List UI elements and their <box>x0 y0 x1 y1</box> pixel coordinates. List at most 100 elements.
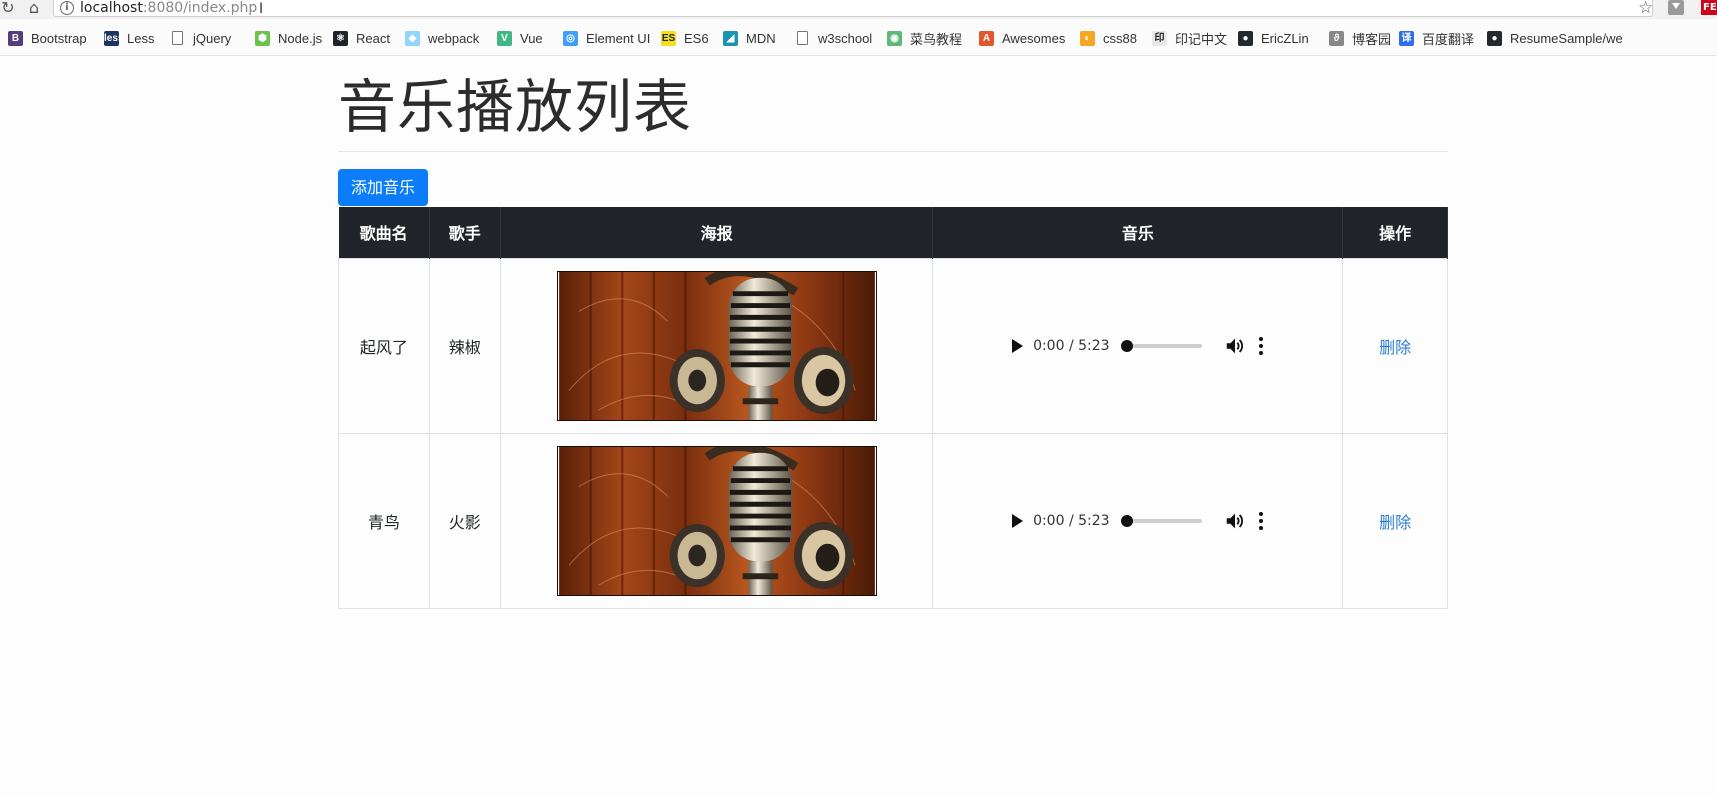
bookmark-label: 博客园 <box>1352 31 1392 47</box>
bookmark-item[interactable]: A Awesomes <box>979 29 1065 47</box>
bookmark-item[interactable]: jQuery <box>170 29 231 47</box>
bookmark-item[interactable]: ◎ Element UI <box>563 29 650 47</box>
header-singer: 歌手 <box>429 207 501 258</box>
bookmark-label: Less <box>127 30 155 46</box>
bookmark-item[interactable]: ● ResumeSample/we <box>1487 29 1623 47</box>
bookmark-favicon-icon: B <box>8 30 23 46</box>
bookmark-item[interactable]: V Vue <box>497 29 543 47</box>
operation-cell: 删除 <box>1342 432 1448 609</box>
delete-link[interactable]: 删除 <box>1379 513 1411 532</box>
delete-link[interactable]: 删除 <box>1379 338 1411 357</box>
bookmark-item[interactable]: ⬢ Node.js <box>255 29 322 47</box>
bookmark-favicon-icon: 译 <box>1399 30 1414 46</box>
extension-icon[interactable]: FE <box>1701 0 1717 15</box>
bookmark-favicon-icon: less <box>104 30 124 46</box>
page-title: 音乐播放列表 <box>338 73 693 141</box>
table-row: 青鸟 火影 0:00 / 5:23 删除 <box>338 432 1448 609</box>
bookmarks-bar: B Bootstrap less Less jQuery ⬢ Node.js ⚛ React ◆ w… <box>0 19 1717 56</box>
bookmark-label: 菜鸟教程 <box>910 31 963 47</box>
bookmark-item[interactable]: 译百度翻译 <box>1399 29 1474 47</box>
bookmark-label: Node.js <box>278 30 323 46</box>
add-music-button[interactable]: 添加音乐 <box>338 169 428 206</box>
text-cursor-icon: I <box>259 1 264 17</box>
bookmark-item[interactable]: ◉ 菜鸟教程 <box>887 29 962 47</box>
bookmark-favicon-icon: ◎ <box>563 30 578 46</box>
bookmark-item[interactable]: ⚛ React <box>333 29 390 47</box>
bookmark-item[interactable]: ◐ css88 <box>1080 29 1137 47</box>
bookmark-label: webpack <box>428 30 480 46</box>
bookmark-favicon-icon: ◢ <box>723 30 738 46</box>
bookmark-favicon-icon: ⚛ <box>333 30 348 46</box>
audio-seek-slider[interactable] <box>1120 514 1202 527</box>
bookmark-item[interactable]: ◢ MDN <box>723 29 776 47</box>
bookmark-item[interactable]: ● EricZLin <box>1238 29 1309 47</box>
bookmark-item[interactable]: less Less <box>104 29 154 47</box>
bookmark-favicon-icon: ● <box>1238 30 1253 46</box>
bookmark-item[interactable]: ◆ webpack <box>405 29 479 47</box>
bookmark-item[interactable]: ϑ 博客园 <box>1329 29 1391 47</box>
bookmark-label: w3school <box>818 30 873 46</box>
bookmark-label: Vue <box>520 30 543 46</box>
browser-toolbar: ↻ ⌂ i localhost:8080/index.php I ☆ FE <box>0 0 1717 19</box>
bookmark-favicon-icon: ◐ <box>1080 30 1095 46</box>
bookmark-label: Element UI <box>586 30 651 46</box>
volume-icon[interactable] <box>1224 335 1246 357</box>
more-options-icon[interactable] <box>1258 336 1264 356</box>
header-poster: 海报 <box>500 207 934 258</box>
song-name-cell: 青鸟 <box>338 432 430 609</box>
bookmark-favicon-icon: ● <box>1487 30 1502 46</box>
bookmark-favicon-icon: ⬢ <box>255 30 270 46</box>
bookmark-favicon-icon <box>172 31 183 45</box>
bookmark-label: Awesomes <box>1002 30 1066 46</box>
address-url[interactable]: localhost:8080/index.php <box>80 0 257 16</box>
bookmark-favicon-icon: 印 <box>1152 30 1167 46</box>
play-icon[interactable] <box>1012 338 1024 353</box>
play-icon[interactable] <box>1012 513 1024 528</box>
poster-cell <box>499 432 934 609</box>
download-extension-icon[interactable] <box>1668 0 1684 15</box>
audio-time: 0:00 / 5:23 <box>1033 512 1110 529</box>
address-bar[interactable]: i localhost:8080/index.php <box>53 0 1653 17</box>
bookmark-favicon-icon: ◉ <box>887 30 902 46</box>
bookmark-item[interactable]: w3school <box>795 29 872 47</box>
music-table: 歌曲名 歌手 海报 音乐 操作 起风了 辣椒 0:00 / 5:23 删除 青鸟… <box>338 207 1448 609</box>
bookmark-item[interactable]: 印印记中文 <box>1152 29 1227 47</box>
bookmark-favicon-icon: V <box>497 30 512 46</box>
audio-player[interactable]: 0:00 / 5:23 <box>1012 506 1264 536</box>
table-header: 歌曲名 歌手 海报 音乐 操作 <box>338 207 1448 258</box>
poster-image <box>556 270 877 421</box>
operation-cell: 删除 <box>1342 257 1448 434</box>
bookmark-item[interactable]: ES ES6 <box>661 29 709 47</box>
bookmark-favicon-icon: ϑ <box>1329 30 1344 46</box>
bookmark-favicon-icon <box>797 31 808 45</box>
bookmark-label: MDN <box>746 30 776 46</box>
poster-cell <box>499 257 934 434</box>
reload-icon[interactable]: ↻ <box>0 0 18 17</box>
volume-icon[interactable] <box>1224 510 1246 532</box>
audio-time: 0:00 / 5:23 <box>1033 337 1110 354</box>
bookmark-item[interactable]: B Bootstrap <box>8 29 87 47</box>
bookmark-label: React <box>356 30 390 46</box>
singer-cell: 辣椒 <box>428 257 501 434</box>
header-song-name: 歌曲名 <box>338 207 430 258</box>
header-music: 音乐 <box>932 207 1344 258</box>
title-divider <box>338 151 1448 152</box>
more-options-icon[interactable] <box>1258 511 1264 531</box>
home-icon[interactable]: ⌂ <box>24 0 44 17</box>
audio-seek-slider[interactable] <box>1120 339 1202 352</box>
bookmark-label: ES6 <box>684 30 709 46</box>
bookmark-label: EricZLin <box>1261 30 1309 46</box>
bookmark-label: jQuery <box>193 30 232 46</box>
bookmark-favicon-icon: A <box>979 30 994 46</box>
bookmark-favicon-icon: ES <box>661 30 676 46</box>
url-path: :8080/index.php <box>142 0 258 16</box>
site-info-icon[interactable]: i <box>60 1 74 15</box>
seek-thumb[interactable] <box>1120 339 1133 352</box>
header-operation: 操作 <box>1342 207 1448 258</box>
seek-thumb[interactable] <box>1120 514 1133 527</box>
song-name-cell: 起风了 <box>338 257 430 434</box>
audio-player[interactable]: 0:00 / 5:23 <box>1012 331 1264 361</box>
bookmark-star-icon[interactable]: ☆ <box>1638 0 1653 18</box>
bookmark-label: ResumeSample/we <box>1510 30 1623 46</box>
music-cell: 0:00 / 5:23 <box>932 432 1344 609</box>
